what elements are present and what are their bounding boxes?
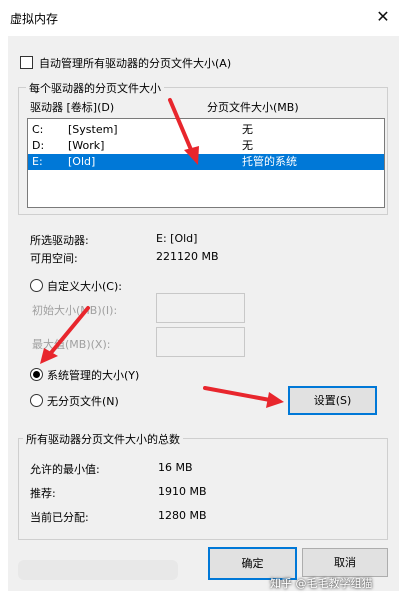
arrow-to-system-managed — [48, 306, 90, 356]
arrow-head-icon — [184, 146, 199, 165]
arrow-to-drive-list — [168, 98, 194, 154]
annotation-arrows — [40, 98, 284, 408]
arrow-to-set-button — [203, 386, 272, 402]
arrow-head-icon — [266, 392, 284, 408]
